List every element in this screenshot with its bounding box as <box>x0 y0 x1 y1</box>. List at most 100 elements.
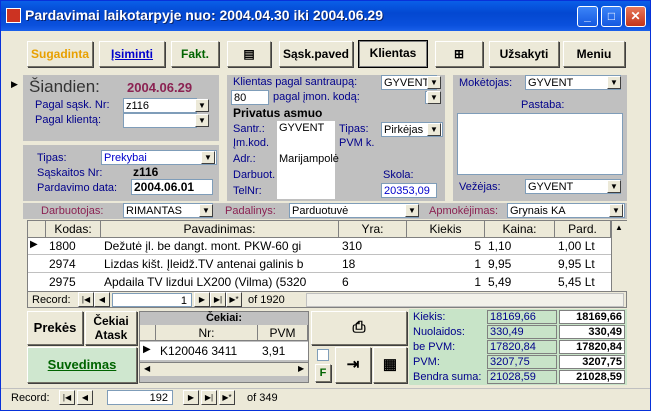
cell-pavadinimas[interactable]: Apdaila TV lizdui LX200 (Vilma) (5320 <box>104 275 337 289</box>
padalinys-label: Padalinys: <box>225 205 276 217</box>
cell-yra[interactable]: 6 <box>342 275 404 289</box>
kodas-dropdown[interactable]: ▼ <box>427 91 441 104</box>
apmokejimas-select[interactable]: Grynais KA <box>507 203 625 218</box>
document-button[interactable]: ▤ <box>227 41 271 67</box>
table-row[interactable]: 2974 Lizdas kišt. Įleidž.TV antenai gali… <box>28 256 611 273</box>
items-grid: Kodas: Pavadinimas: Yra: Kiekis Kaina: P… <box>27 220 627 308</box>
col-pard[interactable]: Pard. <box>555 221 611 238</box>
telnr-label: TelNr: <box>233 185 262 197</box>
grid-hscrollbar[interactable] <box>306 293 624 307</box>
uzsakyti-button[interactable]: Užsakyti <box>489 41 559 67</box>
form-record-input[interactable]: 192 <box>107 390 173 405</box>
f-checkbox[interactable] <box>317 349 329 361</box>
moketojas-dropdown[interactable]: ▼ <box>607 76 621 89</box>
table-row[interactable]: 2975 Apdaila TV lizdui LX200 (Vilma) (53… <box>28 274 611 291</box>
table-row[interactable]: ▶ 1800 Dežutė įl. be dangt. mont. PKW-60… <box>28 238 611 255</box>
kiekis-value-1: 18169,66 <box>487 310 557 324</box>
grid-record-input[interactable]: 1 <box>112 293 192 307</box>
cekiai-cell-nr[interactable]: K120046 3411 <box>160 344 256 358</box>
meniu-button[interactable]: Meniu <box>563 41 625 67</box>
vezejas-dropdown[interactable]: ▼ <box>607 180 621 193</box>
santrauka-dropdown[interactable]: ▼ <box>427 76 441 89</box>
exit-button[interactable]: ⇥ <box>335 347 371 383</box>
cekiai-hscrollbar[interactable]: ◀ ▶ <box>140 362 308 376</box>
form-next-button[interactable]: ▶ <box>183 390 199 405</box>
cell-pavadinimas[interactable]: Lizdas kišt. Įleidž.TV antenai galinis b <box>104 257 337 271</box>
calculator-button[interactable]: ▦ <box>373 347 407 383</box>
cekiai-cell-pvm[interactable]: 3,91 <box>262 344 306 358</box>
title-bar: Pardavimai laikotarpyje nuo: 2004.04.30 … <box>1 1 650 31</box>
darbuotojas-dropdown[interactable]: ▼ <box>199 204 213 217</box>
minimize-button[interactable]: _ <box>577 6 598 27</box>
padalinys-select[interactable]: Parduotuvė <box>289 203 419 218</box>
padalinys-dropdown[interactable]: ▼ <box>405 204 419 217</box>
form-prev-button[interactable]: ◀ <box>77 390 93 405</box>
print-button[interactable]: ⎙ <box>311 311 407 345</box>
close-button[interactable]: ✕ <box>625 6 646 27</box>
tipas-dropdown[interactable]: ▼ <box>201 151 215 164</box>
cell-pard[interactable]: 9,95 Lt <box>558 257 610 271</box>
cekiai-scroll-right-icon[interactable]: ▶ <box>298 364 304 373</box>
cell-kiekis[interactable]: 1 <box>407 257 481 271</box>
cell-kaina[interactable]: 1,10 <box>488 239 552 253</box>
grid-prev-button[interactable]: ◀ <box>94 292 110 307</box>
santr-value: GYVENT <box>279 122 325 134</box>
cell-kiekis[interactable]: 1 <box>407 275 481 289</box>
apmokejimas-label: Apmokėjimas: <box>429 205 499 217</box>
cekiai-scroll-left-icon[interactable]: ◀ <box>144 364 150 373</box>
client-tipas-dropdown[interactable]: ▼ <box>427 123 441 136</box>
pagal-sask-input[interactable]: z116 <box>123 98 197 113</box>
cell-kiekis[interactable]: 5 <box>407 239 481 253</box>
kodas-input[interactable]: 80 <box>231 90 269 105</box>
grid-next-button[interactable]: ▶ <box>194 292 210 307</box>
grid-last-button[interactable]: ▶| <box>210 292 226 307</box>
cell-pard[interactable]: 5,45 Lt <box>558 275 610 289</box>
grid-vscrollbar[interactable]: ▲ <box>611 221 627 291</box>
scroll-up-icon[interactable]: ▲ <box>615 223 623 232</box>
col-kaina[interactable]: Kaina: <box>485 221 555 238</box>
pagal-sask-dropdown[interactable]: ▼ <box>195 99 209 112</box>
add-button[interactable]: ⊞ <box>435 41 483 67</box>
isiminti-button[interactable]: Įsiminti <box>99 41 165 67</box>
col-kodas[interactable]: Kodas: <box>46 221 101 238</box>
pagal-kliento-input[interactable] <box>123 113 197 128</box>
col-yra[interactable]: Yra: <box>339 221 407 238</box>
santr-label: Santr.: <box>233 123 265 135</box>
pastaba-textarea[interactable] <box>457 113 623 175</box>
cekiai-col-pvm[interactable]: PVM <box>258 325 308 341</box>
cell-yra[interactable]: 310 <box>342 239 404 253</box>
cell-yra[interactable]: 18 <box>342 257 404 271</box>
cell-kodas[interactable]: 2974 <box>49 257 99 271</box>
cekiai-atask-button[interactable]: Čekiai Atask <box>85 311 137 345</box>
cell-pavadinimas[interactable]: Dežutė įl. be dangt. mont. PKW-60 gi <box>104 239 337 253</box>
cell-pard[interactable]: 1,00 Lt <box>558 239 610 253</box>
cekiai-col-nr[interactable]: Nr: <box>156 325 258 341</box>
grid-new-button[interactable]: ▶* <box>226 292 242 307</box>
data-input[interactable]: 2004.06.01 <box>131 179 213 195</box>
apmokejimas-dropdown[interactable]: ▼ <box>609 204 623 217</box>
suvedimas-button[interactable]: Suvedimas <box>27 347 137 383</box>
form-first-button[interactable]: |◀ <box>59 390 75 405</box>
cell-kaina[interactable]: 9,95 <box>488 257 552 271</box>
adr-value: Marijampolė <box>279 153 339 165</box>
printer-icon: ⎙ <box>352 319 366 336</box>
tipas-select[interactable]: Prekybai <box>101 150 217 165</box>
form-last-button[interactable]: ▶| <box>201 390 217 405</box>
cell-kaina[interactable]: 5,49 <box>488 275 552 289</box>
f-button[interactable]: F <box>315 364 331 382</box>
klientas-button[interactable]: Klientas <box>358 40 428 68</box>
record-selector[interactable]: ▶ <box>9 75 21 205</box>
form-new-button[interactable]: ▶* <box>219 390 235 405</box>
maximize-button[interactable]: □ <box>601 6 622 27</box>
fakt-button[interactable]: Fakt. <box>171 41 219 67</box>
cell-kodas[interactable]: 1800 <box>49 239 99 253</box>
prekes-button[interactable]: Prekės <box>27 311 83 345</box>
sugadinta-button[interactable]: Sugadinta <box>27 41 93 67</box>
col-kiekis[interactable]: Kiekis <box>407 221 485 238</box>
cell-kodas[interactable]: 2975 <box>49 275 99 289</box>
cekiai-row[interactable]: ▶ K120046 3411 3,91 <box>140 342 308 360</box>
grid-first-button[interactable]: |◀ <box>78 292 94 307</box>
pagal-kliento-dropdown[interactable]: ▼ <box>195 114 209 127</box>
sask-paved-button[interactable]: Sąsk.paved <box>279 41 353 67</box>
col-pavadinimas[interactable]: Pavadinimas: <box>101 221 339 238</box>
